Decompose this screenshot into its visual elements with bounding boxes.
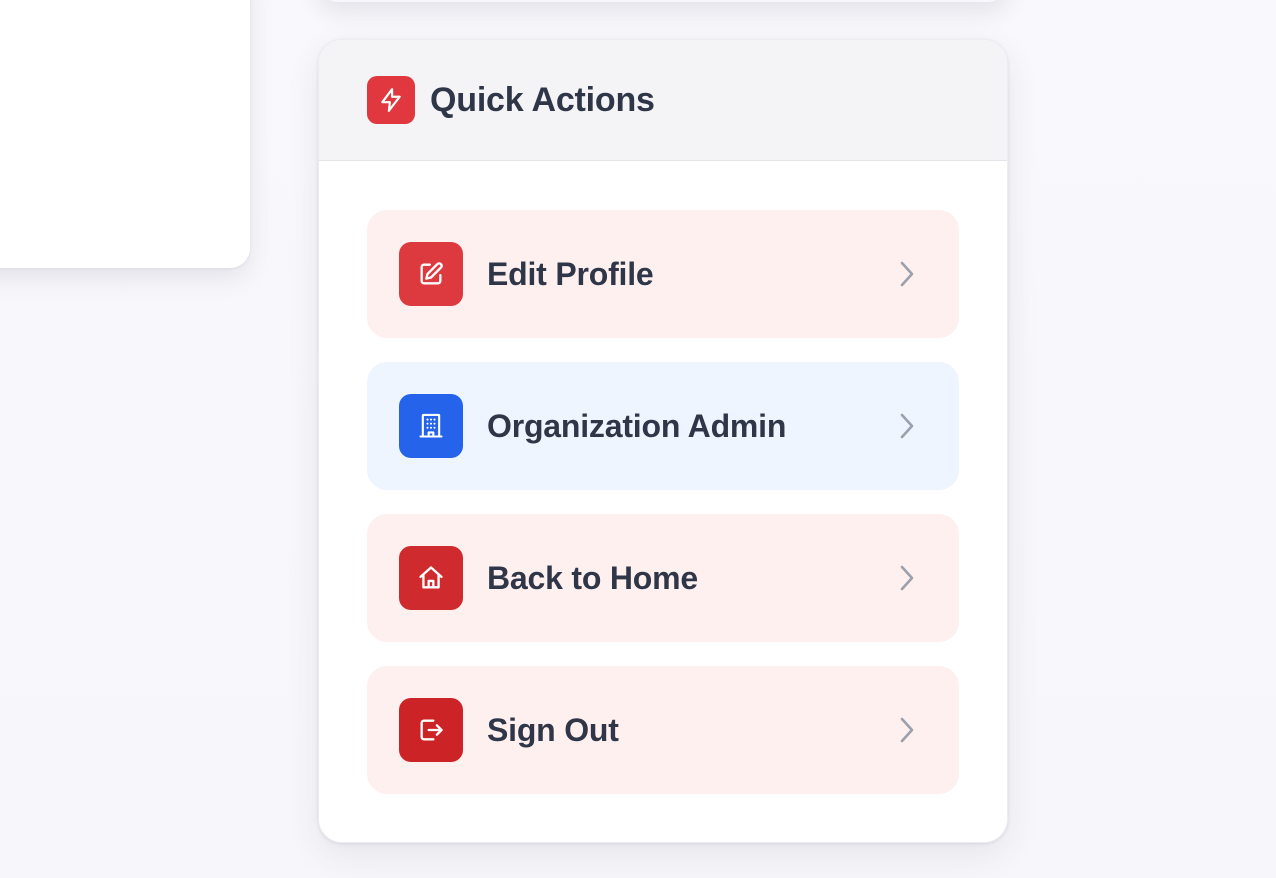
lightning-bolt-icon xyxy=(367,76,415,124)
back-to-home-button[interactable]: Back to Home xyxy=(367,514,959,642)
building-icon xyxy=(399,394,463,458)
chevron-right-icon xyxy=(893,412,921,440)
quick-actions-list: Edit Profile Organization Admin Back to … xyxy=(319,161,1007,794)
back-to-home-label: Back to Home xyxy=(487,559,698,596)
edit-profile-button[interactable]: Edit Profile xyxy=(367,210,959,338)
sign-out-icon xyxy=(399,698,463,762)
edit-profile-label: Edit Profile xyxy=(487,255,654,292)
sign-out-button[interactable]: Sign Out xyxy=(367,666,959,794)
organization-admin-button[interactable]: Organization Admin xyxy=(367,362,959,490)
sign-out-label: Sign Out xyxy=(487,711,619,748)
left-card xyxy=(0,0,250,268)
chevron-right-icon xyxy=(893,564,921,592)
quick-actions-header: Quick Actions xyxy=(319,40,1007,161)
edit-icon xyxy=(399,242,463,306)
quick-actions-title: Quick Actions xyxy=(430,80,655,119)
organization-admin-label: Organization Admin xyxy=(487,407,787,444)
home-icon xyxy=(399,546,463,610)
page-background: Quick Actions Edit Profile Organization … xyxy=(0,0,1276,878)
chevron-right-icon xyxy=(893,260,921,288)
top-card xyxy=(318,0,1008,2)
chevron-right-icon xyxy=(893,716,921,744)
quick-actions-card: Quick Actions Edit Profile Organization … xyxy=(318,39,1008,843)
